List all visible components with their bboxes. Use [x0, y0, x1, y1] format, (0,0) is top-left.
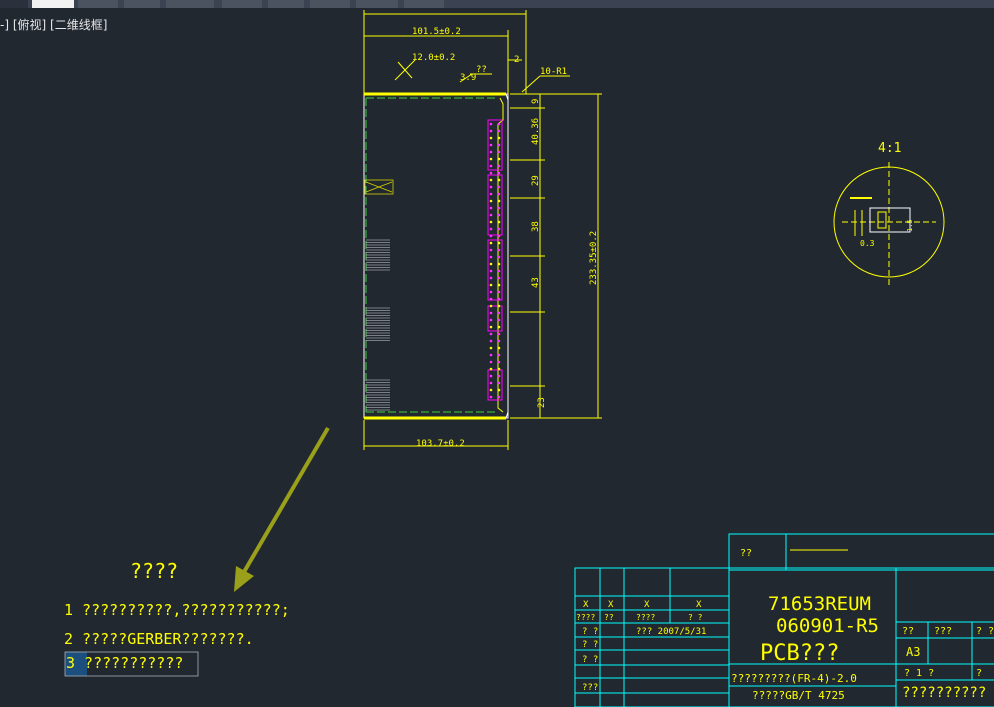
- drawing-canvas[interactable]: 101.5±0.2 12.0±0.2 3.9 ?? 2 10-R1 103.7±…: [0, 0, 994, 707]
- dim-9: 9: [531, 99, 541, 104]
- tb-rev-label: ? ?: [688, 613, 703, 622]
- tb-row4-label: ???: [582, 683, 598, 693]
- leader-arrow: [234, 426, 330, 592]
- tb-sheet-row: ? 1 ?: [904, 668, 934, 679]
- tb-header-small: ??: [740, 548, 752, 559]
- detail-label-b: 1.5: [906, 219, 914, 232]
- dim-overall-bottom: 103.7±0.2: [416, 439, 465, 449]
- tb-rev-label: ??: [604, 613, 614, 622]
- dim-40-36: 40.36: [531, 118, 541, 145]
- dim-29: 29: [531, 175, 541, 186]
- tb-row1-label: ? ?: [582, 627, 598, 637]
- tb-sheet-size: A3: [906, 645, 920, 659]
- tb-sheet-row-b: ?: [976, 668, 982, 679]
- tb-material: ?????????(FR-4)-2.0: [731, 672, 857, 685]
- dim-overall-top: 101.5±0.2: [412, 27, 461, 37]
- detail-view: 4:1 0.3 1.5: [833, 141, 945, 285]
- tb-standard: ?????GB/T 4725: [752, 689, 845, 702]
- detail-label-a: 0.3: [860, 239, 875, 248]
- dim-small-a: 3.9: [460, 73, 476, 83]
- tb-part-number-2: 060901-R5: [776, 615, 879, 637]
- tb-row1-date: ??? 2007/5/31: [636, 627, 706, 637]
- tb-part-name: PCB???: [760, 641, 839, 666]
- dim-small-b: ??: [476, 65, 487, 75]
- tb-right-header: ? ?: [976, 626, 994, 637]
- tb-company: ??????????: [902, 685, 986, 701]
- tb-right-header: ??: [902, 626, 914, 637]
- tb-row3-label: ? ?: [582, 655, 598, 665]
- dim-radius: 10-R1: [540, 67, 567, 77]
- component-column: [487, 119, 503, 401]
- dim-38: 38: [531, 221, 541, 232]
- tb-rev-mark: X: [608, 600, 614, 610]
- edge-pads: [364, 179, 394, 411]
- note-3[interactable]: 3 ???????????: [66, 654, 183, 672]
- notes: ???? 1 ??????????,???????????; 2 ?????GE…: [64, 559, 290, 677]
- dim-overall-height: 233.35±0.2: [589, 231, 599, 285]
- note-2: 2 ?????GERBER???????.: [64, 630, 254, 648]
- component-pins: [489, 122, 501, 399]
- dim-43: 43: [531, 277, 541, 288]
- dim-23: 23: [537, 397, 547, 408]
- dim-gap: 2: [514, 55, 519, 65]
- tb-rev-mark: X: [696, 600, 702, 610]
- tb-row2-label: ? ?: [582, 640, 598, 650]
- tb-part-number-1: 71653REUM: [768, 593, 871, 615]
- dimension-text: 101.5±0.2 12.0±0.2 3.9 ?? 2 10-R1 103.7±…: [412, 27, 599, 449]
- dim-hole: 12.0±0.2: [412, 53, 455, 63]
- note-1: 1 ??????????,???????????;: [64, 601, 290, 619]
- notes-heading: ????: [130, 559, 178, 583]
- tb-rev-label: ????: [636, 613, 655, 622]
- detail-scale: 4:1: [878, 141, 901, 156]
- title-block-text: ?? 71653REUM 060901-R5 PCB??? ?????????(…: [576, 548, 994, 702]
- tb-rev-mark: X: [644, 600, 650, 610]
- tb-rev-label: ????: [576, 613, 595, 622]
- tb-rev-mark: X: [583, 600, 589, 610]
- pcb-outline: [363, 92, 509, 420]
- tb-right-header: ???: [934, 626, 952, 637]
